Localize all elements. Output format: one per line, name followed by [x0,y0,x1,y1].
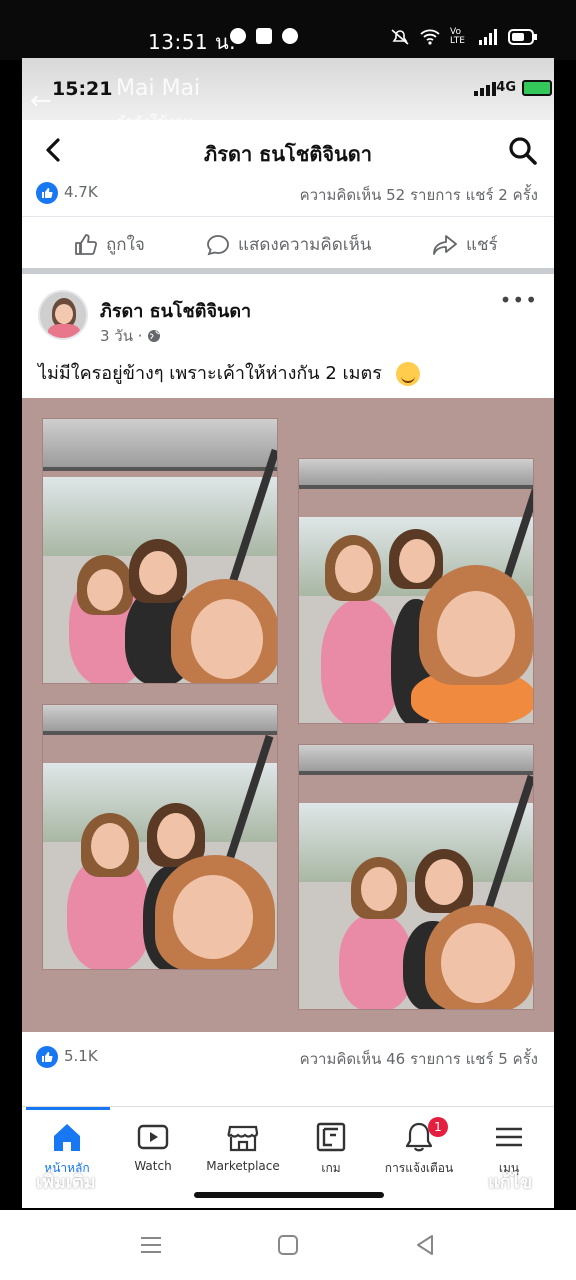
post-caption-text: ไม่มีใครอยู่ข้างๆ เพราะเค้าให้ห่างกัน 2 … [38,363,382,384]
messenger-icon [230,28,246,44]
post-stats: 5.1K ความคิดเห็น 46 รายการ แชร์ 5 ครั้ง [22,1042,554,1072]
gaming-icon [316,1122,346,1152]
comment-share-count[interactable]: ความคิดเห็น 46 รายการ แชร์ 5 ครั้ง [300,1047,538,1071]
like-reaction-icon [36,182,58,204]
comment-button[interactable]: แสดงความคิดเห็น [206,231,371,258]
thumbs-up-icon [75,233,97,255]
outer-status-bar: 13:51 น. Vo LTE [0,0,576,60]
page-title: ภิรดา ธนโชติจินดา [204,142,372,166]
active-tab-indicator [26,1107,110,1110]
like-button[interactable]: ถูกใจ [74,231,145,258]
inner-battery-icon [522,80,552,96]
tab-label: Watch [134,1159,172,1173]
tab-label: เกม [321,1161,341,1175]
collage-photo-2 [298,458,534,724]
like-label: ถูกใจ [106,235,145,255]
globe-icon [147,330,160,342]
post-divider [22,268,554,274]
outer-clock: 13:51 น. [148,30,237,54]
collage-photo-1 [42,418,278,684]
tab-label: การแจ้งเตือน [384,1161,454,1175]
profile-header: ภิรดา ธนโชติจินดา [22,120,554,182]
prev-post-stats: 4.7K ความคิดเห็น 52 รายการ แชร์ 2 ครั้ง [22,178,554,208]
home-button-icon[interactable] [275,1232,301,1258]
ghost-chat-name: Mai Mai [116,76,201,101]
outer-system-icons: Vo LTE [390,28,538,46]
comment-label: แสดงความคิดเห็น [238,235,372,255]
network-type: 4G [496,80,516,95]
like-count[interactable]: 5.1K [64,1047,98,1065]
more-options-icon[interactable]: ••• [500,288,538,312]
home-indicator [194,1192,384,1198]
inner-clock: 15:21 [52,78,113,100]
home-icon [54,1124,80,1151]
share-icon [433,234,457,255]
prev-post-actions: ถูกใจ แสดงความคิดเห็น แชร์ [22,216,554,270]
post-caption: ไม่มีใครอยู่ข้างๆ เพราะเค้าให้ห่างกัน 2 … [38,358,420,387]
search-icon[interactable] [508,136,538,166]
cell-signal-icon [479,29,497,45]
like-reaction-icon [36,1046,58,1068]
post-photo[interactable] [22,398,554,1032]
marketplace-icon [227,1125,259,1152]
share-label: แชร์ [466,235,498,255]
android-navigation-bar [0,1210,576,1280]
outer-notification-icons [230,28,298,44]
tab-notifications[interactable]: 1 การแจ้งเตือน [376,1117,462,1178]
collage-photo-4 [298,744,534,1010]
volte-label: Vo LTE [450,27,465,46]
ghost-edit-label: แก้ไข [488,1172,532,1193]
ghost-more-label: เพิ่มเติม [36,1172,96,1193]
menu-icon [496,1127,522,1147]
chrome-icon [282,28,298,44]
watch-icon [137,1124,169,1150]
tab-watch[interactable]: Watch [110,1121,196,1173]
tab-marketplace[interactable]: Marketplace [200,1121,286,1173]
add-user-icon [256,28,272,44]
collage-photo-3 [42,704,278,970]
prev-like-count[interactable]: 4.7K [64,183,98,201]
inner-signal-icon [474,82,496,96]
share-button[interactable]: แชร์ [432,231,498,258]
tab-label: Marketplace [206,1159,280,1173]
prev-comment-share-count[interactable]: ความคิดเห็น 52 รายการ แชร์ 2 ครั้ง [300,183,538,207]
ghost-back-arrow-icon: ← [30,86,52,116]
post-timestamp[interactable]: 3 วัน · [100,324,161,348]
back-nav-icon[interactable] [412,1232,438,1258]
comment-icon [207,234,229,255]
battery-icon [508,29,537,45]
smiling-face-hearts-icon [395,362,420,386]
post-time-text: 3 วัน · [100,327,143,345]
recent-apps-icon[interactable] [138,1232,164,1258]
mute-icon [391,29,409,45]
wifi-icon [420,29,440,45]
avatar[interactable] [38,290,88,340]
facebook-screenshot: 15:21 ← Mai Mai กำลังใช้งาน 4G ภิรดา ธนโ… [22,58,554,1208]
tab-gaming[interactable]: เกม [288,1121,374,1178]
post-author[interactable]: ภิรดา ธนโชติจินดา [100,296,251,325]
notification-badge: 1 [428,1117,448,1137]
inner-status-bar: 15:21 ← Mai Mai กำลังใช้งาน 4G [22,58,554,131]
